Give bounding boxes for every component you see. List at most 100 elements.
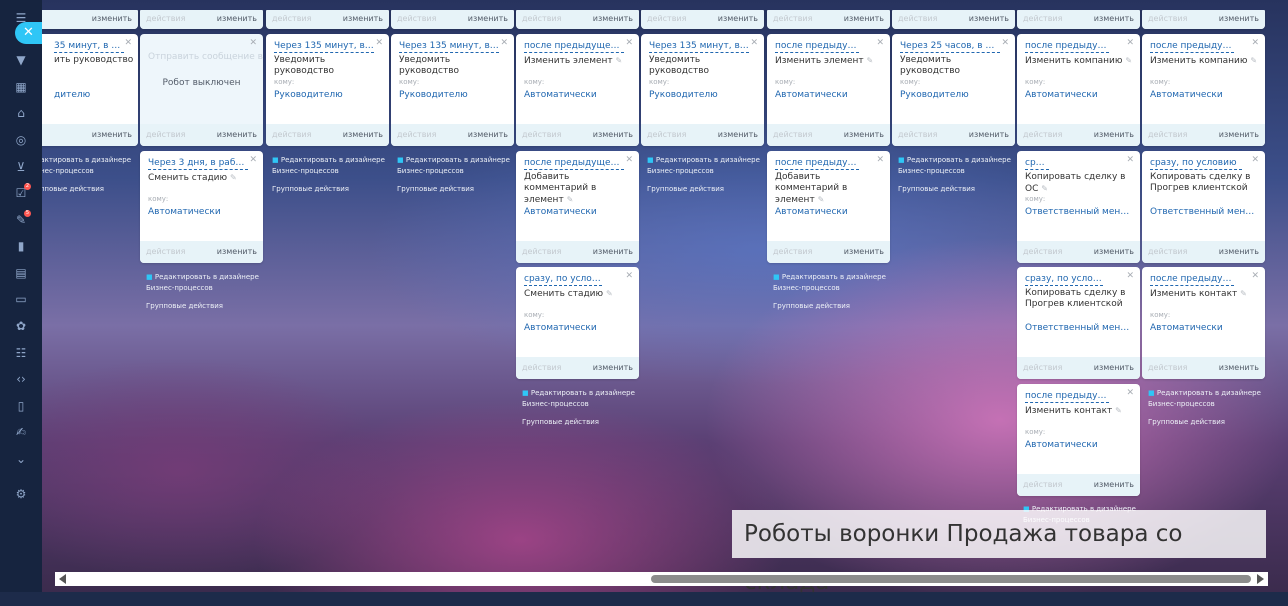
change-link[interactable]: изменить [593, 363, 633, 372]
robot-card[interactable]: сразу ✕ Копировать сделку в ОС ✎ кому: О… [1017, 151, 1140, 263]
robot-responsible-link[interactable]: Автоматически [524, 323, 632, 333]
robot-card[interactable]: после предыдущего ✕ Изменить контакт ✎ к… [1017, 384, 1140, 496]
robot-card[interactable]: 35 минут, в ра… ✕ ить руководство дителю… [42, 34, 138, 146]
delete-robot-icon[interactable]: ✕ [1251, 271, 1259, 281]
change-link[interactable]: изменить [1094, 247, 1134, 256]
robot-condition-link[interactable]: Через 135 минут, в ра… [399, 41, 499, 53]
robot-responsible-link[interactable]: Автоматически [775, 207, 883, 217]
settings-icon[interactable]: ⚙ [13, 486, 29, 502]
change-link[interactable]: изменить [593, 130, 633, 139]
actions-link[interactable]: действия [1023, 247, 1062, 256]
group-actions-link[interactable]: Групповые действия [146, 301, 271, 312]
actions-link[interactable]: действия [522, 14, 561, 23]
edit-pencil-icon[interactable]: ✎ [230, 173, 237, 182]
actions-link[interactable]: действия [397, 130, 436, 139]
change-link[interactable]: изменить [92, 130, 132, 139]
robot-card[interactable]: сразу, по условию ✕ Сменить стадию ✎ ком… [516, 267, 639, 379]
robot-responsible-link[interactable]: Автоматически [524, 90, 632, 100]
actions-link[interactable]: действия [773, 130, 812, 139]
edit-pencil-icon[interactable]: ✎ [1041, 184, 1048, 193]
group-actions-link[interactable]: Групповые действия [647, 184, 772, 195]
robot-card[interactable]: после предыдущего ✕ Изменить компанию ✎ … [1017, 34, 1140, 146]
actions-link[interactable]: действия [1148, 14, 1187, 23]
actions-link[interactable]: действия [1148, 247, 1187, 256]
edit-in-designer-link[interactable]: Редактировать в дизайнере Бизнес-процесс… [42, 156, 131, 175]
actions-link[interactable]: действия [1023, 14, 1062, 23]
change-link[interactable]: изменить [1094, 14, 1134, 23]
actions-link[interactable]: действия [146, 14, 185, 23]
filter-icon[interactable]: ▼ [13, 52, 29, 68]
robot-card[interactable]: после предыдущего ✕ Изменить элемент ✎ к… [767, 34, 890, 146]
robot-condition-link[interactable]: после предыдущего [1150, 41, 1234, 53]
robot-responsible-link[interactable]: Автоматически [148, 207, 256, 217]
actions-link[interactable]: действия [773, 14, 812, 23]
robot-card[interactable]: Через 135 минут, в ра… ✕ Уведомить руков… [391, 34, 514, 146]
robot-condition-link[interactable]: сразу, по условию [1025, 274, 1103, 286]
signature-icon[interactable]: ✍ [13, 424, 29, 440]
robot-responsible-link[interactable]: дителю [54, 90, 138, 100]
edit-pencil-icon[interactable]: ✎ [1250, 56, 1257, 65]
robot-card[interactable]: Через 135 минут, в ра… ✕ Уведомить руков… [266, 34, 389, 146]
delete-robot-icon[interactable]: ✕ [1126, 388, 1134, 398]
delete-robot-icon[interactable]: ✕ [750, 38, 758, 48]
actions-link[interactable]: действия [146, 247, 185, 256]
delete-robot-icon[interactable]: ✕ [375, 38, 383, 48]
actions-link[interactable]: действия [773, 247, 812, 256]
group-actions-link[interactable]: Групповые действия [397, 184, 522, 195]
edit-in-designer-link[interactable]: Редактировать в дизайнере Бизнес-процесс… [272, 156, 385, 175]
edit-in-designer-link[interactable]: Редактировать в дизайнере Бизнес-процесс… [397, 156, 510, 175]
change-link[interactable]: изменить [217, 130, 257, 139]
delete-robot-icon[interactable]: ✕ [124, 38, 132, 48]
delete-robot-icon[interactable]: ✕ [876, 155, 884, 165]
robot-condition-link[interactable]: Через 135 минут, в ра… [649, 41, 749, 53]
change-link[interactable]: изменить [217, 247, 257, 256]
edit-in-designer-link[interactable]: Редактировать в дизайнере Бизнес-процесс… [522, 389, 635, 408]
delete-robot-icon[interactable]: ✕ [1251, 155, 1259, 165]
actions-link[interactable]: действия [1023, 130, 1062, 139]
robot-condition-link[interactable]: после предыдущего [1025, 391, 1109, 403]
robot-card[interactable]: сразу, по условию ✕ Копировать сделку в … [1017, 267, 1140, 379]
edit-pencil-icon[interactable]: ✎ [567, 195, 574, 204]
actions-link[interactable]: действия [1023, 480, 1062, 489]
document-edit-icon[interactable]: ▯ [13, 398, 29, 414]
actions-link[interactable]: действия [1148, 363, 1187, 372]
edit-pencil-icon[interactable]: ✎ [616, 56, 623, 65]
actions-link[interactable]: действия [146, 130, 185, 139]
group-actions-link[interactable]: Групповые действия [1148, 417, 1273, 428]
robot-condition-link[interactable]: после предыдущего [1150, 274, 1234, 286]
change-link[interactable]: изменить [969, 14, 1009, 23]
robot-condition-link[interactable]: сразу, по условию [1150, 158, 1242, 170]
change-link[interactable]: изменить [1094, 480, 1134, 489]
close-slider-button[interactable]: ✕ [15, 22, 42, 44]
edit-pencil-icon[interactable]: ✎ [1115, 406, 1122, 415]
robot-responsible-link[interactable]: Автоматически [1025, 440, 1133, 450]
delete-robot-icon[interactable]: ✕ [1126, 38, 1134, 48]
robot-responsible-link[interactable]: Автоматически [1025, 90, 1133, 100]
change-link[interactable]: изменить [718, 14, 758, 23]
store-icon[interactable]: ⌂ [13, 105, 29, 121]
group-actions-link[interactable]: Групповые действия [272, 184, 397, 195]
actions-link[interactable]: действия [647, 14, 686, 23]
change-link[interactable]: изменить [969, 130, 1009, 139]
edit-in-designer-link[interactable]: Редактировать в дизайнере Бизнес-процесс… [1148, 389, 1261, 408]
delete-robot-icon[interactable]: ✕ [876, 38, 884, 48]
edit-in-designer-link[interactable]: Редактировать в дизайнере Бизнес-процесс… [773, 273, 886, 292]
actions-link[interactable]: действия [522, 130, 561, 139]
delete-robot-icon[interactable]: ✕ [249, 155, 257, 165]
group-actions-link[interactable]: Групповые действия [522, 417, 647, 428]
robot-card[interactable]: Через 3 дня, в рабоче… ✕ Сменить стадию … [140, 151, 263, 263]
change-link[interactable]: изменить [92, 14, 132, 23]
robot-condition-link[interactable]: сразу, по условию [524, 274, 602, 286]
robot-condition-link[interactable]: после предыдущего, п… [524, 41, 624, 53]
actions-link[interactable]: действия [1023, 363, 1062, 372]
chevron-down-icon[interactable]: ⌄ [13, 451, 29, 467]
robot-condition-link[interactable]: сразу [1025, 158, 1049, 170]
edit-pencil-icon[interactable]: ✎ [867, 56, 874, 65]
robot-responsible-link[interactable]: Ответственный мен… [1025, 323, 1133, 333]
robot-responsible-link[interactable]: Ответственный мен… [1025, 207, 1133, 217]
actions-link[interactable]: действия [522, 363, 561, 372]
actions-link[interactable]: действия [272, 14, 311, 23]
delete-robot-icon[interactable]: ✕ [249, 38, 257, 48]
change-link[interactable]: изменить [593, 247, 633, 256]
robot-condition-link[interactable]: Через 25 часов, в раб… [900, 41, 1000, 53]
